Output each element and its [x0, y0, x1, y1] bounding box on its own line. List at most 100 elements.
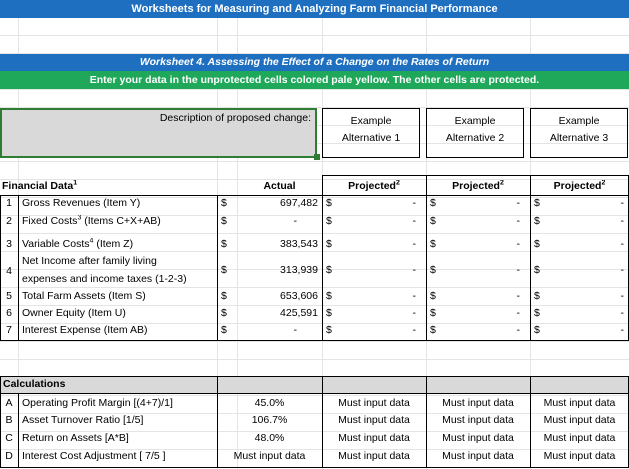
- projected-value-2[interactable]: -: [430, 197, 521, 209]
- projected-value-1[interactable]: -: [326, 215, 417, 227]
- fill-handle[interactable]: [314, 154, 320, 160]
- calc-projected-1: Must input data: [338, 397, 410, 409]
- calc-letter: C: [5, 432, 13, 444]
- currency-symbol: $: [221, 238, 227, 250]
- calc-letter: D: [5, 450, 13, 462]
- alternative-3-line1: Example: [558, 115, 600, 127]
- table-border: [0, 340, 629, 341]
- projected-value-3[interactable]: -: [534, 215, 625, 227]
- row-label: Interest Expense (Item AB): [22, 324, 148, 336]
- projected-value-1[interactable]: -: [326, 290, 417, 302]
- projected-value-3[interactable]: -: [534, 324, 625, 336]
- instructions-banner: Enter your data in the unprotected cells…: [0, 71, 629, 89]
- projected-value-1[interactable]: -: [326, 264, 417, 276]
- row-label-line2: expenses and income taxes (1-2-3): [22, 273, 187, 285]
- calc-actual: 45.0%: [254, 397, 285, 409]
- projected-value-2[interactable]: -: [430, 215, 521, 227]
- currency-symbol: $: [221, 264, 227, 276]
- currency-symbol: $: [221, 197, 227, 209]
- row-label-line1: Net Income after family living: [22, 255, 157, 267]
- calc-label: Return on Assets [A*B]: [22, 432, 129, 444]
- calc-projected-2: Must input data: [442, 450, 514, 462]
- financial-data-heading: Financial Data1: [2, 180, 78, 192]
- projected-value-3[interactable]: -: [534, 307, 625, 319]
- currency-symbol: $: [221, 215, 227, 227]
- row-number: 2: [6, 215, 12, 227]
- row-label: Gross Revenues (Item Y): [22, 197, 141, 209]
- projected-header-3: Projected2: [553, 180, 606, 192]
- projected-value-2[interactable]: -: [430, 238, 521, 250]
- currency-symbol: $: [221, 307, 227, 319]
- calc-projected-3: Must input data: [543, 432, 616, 444]
- table-border: [0, 467, 629, 468]
- actual-value: 697,482: [280, 197, 318, 209]
- projected-value-1[interactable]: -: [326, 307, 417, 319]
- calc-actual: 106.7%: [251, 414, 288, 426]
- table-border: [0, 195, 629, 196]
- actual-column-header: Actual: [263, 180, 296, 192]
- actual-value: 425,591: [280, 307, 318, 319]
- alternative-2-header[interactable]: Example Alternative 2: [426, 108, 524, 158]
- calc-projected-1: Must input data: [338, 432, 410, 444]
- cell-selection-outline: [0, 108, 317, 158]
- calc-projected-3: Must input data: [543, 414, 616, 426]
- calculations-header-row: [0, 376, 629, 394]
- alternative-1-line1: Example: [350, 115, 392, 127]
- alternative-1-line2: Alternative 1: [341, 132, 401, 144]
- projected-value-2[interactable]: -: [430, 290, 521, 302]
- projected-value-2[interactable]: -: [430, 264, 521, 276]
- calc-label: Interest Cost Adjustment [ 7/5 ]: [22, 450, 166, 462]
- row-label: Variable Costs4 (Item Z): [22, 238, 134, 250]
- table-border: [18, 195, 19, 340]
- worksheet-title-banner: Worksheet 4. Assessing the Effect of a C…: [0, 54, 629, 71]
- row-number: 4: [6, 265, 12, 277]
- calc-projected-3: Must input data: [543, 450, 616, 462]
- projected-value-2[interactable]: -: [430, 324, 521, 336]
- alternative-3-header[interactable]: Example Alternative 3: [530, 108, 628, 158]
- projected-value-3[interactable]: -: [534, 197, 625, 209]
- row-number: 5: [6, 290, 12, 302]
- calc-projected-2: Must input data: [442, 414, 514, 426]
- row-number: 7: [6, 324, 12, 336]
- calc-projected-1: Must input data: [338, 414, 410, 426]
- projected-value-1[interactable]: -: [326, 324, 417, 336]
- projected-value-1[interactable]: -: [326, 238, 417, 250]
- calc-actual: 48.0%: [254, 432, 285, 444]
- currency-symbol: $: [221, 290, 227, 302]
- actual-value: -: [293, 215, 298, 227]
- calculations-heading: Calculations: [3, 378, 66, 390]
- calc-projected-2: Must input data: [442, 397, 514, 409]
- table-border: [322, 175, 629, 176]
- calc-label: Asset Turnover Ratio [1/5]: [22, 414, 144, 426]
- calc-projected-1: Must input data: [338, 450, 410, 462]
- projected-header-2: Projected2: [452, 180, 504, 192]
- calc-projected-3: Must input data: [543, 397, 616, 409]
- table-border: [18, 394, 19, 468]
- row-number: 3: [6, 238, 12, 250]
- alternative-1-header[interactable]: Example Alternative 1: [322, 108, 420, 158]
- actual-value: 313,939: [280, 264, 318, 276]
- actual-value: -: [293, 324, 298, 336]
- table-border: [217, 195, 218, 340]
- projected-value-3[interactable]: -: [534, 238, 625, 250]
- projected-value-2[interactable]: -: [430, 307, 521, 319]
- projected-value-3[interactable]: -: [534, 290, 625, 302]
- currency-symbol: $: [221, 324, 227, 336]
- calc-projected-2: Must input data: [442, 432, 514, 444]
- actual-value: 653,606: [280, 290, 318, 302]
- row-label: Total Farm Assets (Item S): [22, 290, 146, 302]
- row-number: 1: [6, 197, 12, 209]
- projected-header-1: Projected2: [348, 180, 400, 192]
- alternative-2-line2: Alternative 2: [445, 132, 505, 144]
- alternative-3-line2: Alternative 3: [549, 132, 609, 144]
- row-label: Owner Equity (Item U): [22, 307, 126, 319]
- calc-actual: Must input data: [233, 450, 306, 462]
- calc-letter: B: [5, 414, 13, 426]
- row-label: Fixed Costs3 (Items C+X+AB): [22, 215, 161, 227]
- projected-value-1[interactable]: -: [326, 197, 417, 209]
- projected-value-3[interactable]: -: [534, 264, 625, 276]
- actual-value: 383,543: [280, 238, 318, 250]
- alternative-2-line1: Example: [454, 115, 496, 127]
- workbook-title-banner: Worksheets for Measuring and Analyzing F…: [0, 0, 629, 18]
- row-number: 6: [6, 307, 12, 319]
